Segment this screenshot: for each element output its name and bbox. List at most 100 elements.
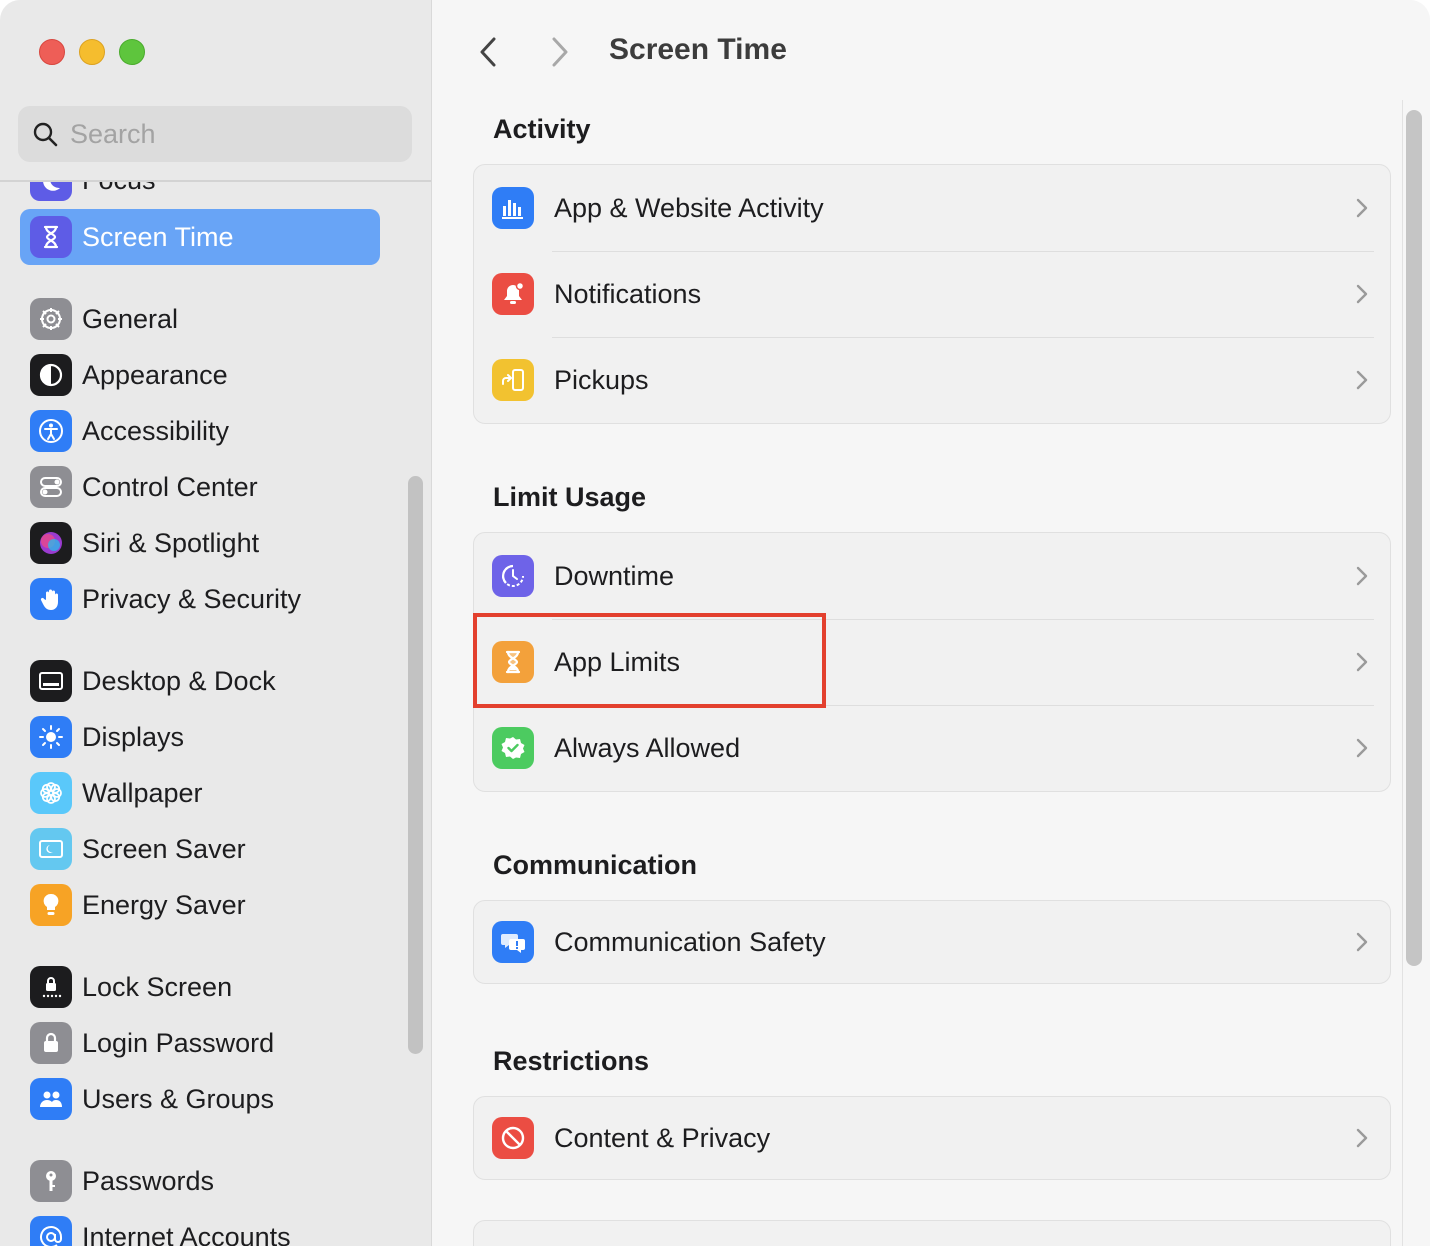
sidebar-item-label: Siri & Spotlight — [82, 527, 260, 558]
close-button[interactable] — [39, 39, 65, 65]
scroll-track — [1402, 100, 1403, 1246]
row-notifications[interactable]: Notifications — [474, 251, 1390, 337]
row-app-limits[interactable]: App Limits — [474, 619, 1390, 705]
accessibility-icon — [30, 410, 72, 452]
sidebar-item-desktop-dock[interactable]: Desktop & Dock — [20, 653, 380, 709]
bell-icon — [492, 273, 534, 315]
pickup-icon — [492, 359, 534, 401]
sidebar-item-wallpaper[interactable]: Wallpaper — [20, 765, 380, 821]
zoom-button[interactable] — [119, 39, 145, 65]
chevron-right-icon — [1350, 1126, 1374, 1150]
sidebar-item-general[interactable]: General — [20, 291, 380, 347]
group-restrictions: Content & Privacy — [473, 1096, 1391, 1180]
sidebar-item-users-groups[interactable]: Users & Groups — [20, 1071, 380, 1127]
main-scrollbar[interactable] — [1406, 110, 1422, 966]
main-pane: Screen Time Activity App & Website Activ… — [432, 0, 1430, 1246]
sidebar-item-label: Privacy & Security — [82, 583, 302, 614]
forward-button[interactable] — [542, 32, 578, 72]
chevron-right-icon — [1350, 564, 1374, 588]
hourglass-icon — [492, 641, 534, 683]
chevron-right-icon — [1350, 930, 1374, 954]
sidebar-list: Focus Screen Time General Appearance — [0, 182, 431, 1246]
sidebar-item-label: Screen Time — [82, 221, 234, 252]
search-input[interactable] — [70, 118, 400, 150]
group-more-settings — [473, 1220, 1391, 1246]
row-label: Pickups — [554, 364, 649, 395]
sidebar-item-label: Passwords — [82, 1165, 215, 1196]
dock-icon — [30, 660, 72, 702]
sidebar-item-energy-saver[interactable]: Energy Saver — [20, 877, 380, 933]
search-box[interactable] — [18, 106, 412, 162]
sidebar-item-label: Control Center — [82, 471, 258, 502]
lock-icon — [30, 1022, 72, 1064]
row-label: Downtime — [554, 560, 675, 591]
row-label: App Limits — [554, 646, 681, 677]
search-icon — [33, 122, 58, 147]
sidebar-item-screen-saver[interactable]: Screen Saver — [20, 821, 380, 877]
chevron-right-icon — [1350, 736, 1374, 760]
sidebar-item-accessibility[interactable]: Accessibility — [20, 403, 380, 459]
bar-chart-icon — [492, 187, 534, 229]
siri-icon — [30, 522, 72, 564]
sidebar-item-displays[interactable]: Displays — [20, 709, 380, 765]
chevron-right-icon — [1350, 368, 1374, 392]
sidebar-item-focus[interactable]: Focus — [20, 182, 380, 208]
sidebar: Focus Screen Time General Appearance — [0, 0, 432, 1246]
back-button[interactable] — [470, 32, 506, 72]
sidebar-item-lock-screen[interactable]: Lock Screen — [20, 959, 380, 1015]
chat-bubble-icon — [492, 921, 534, 963]
row-label: Content & Privacy — [554, 1122, 771, 1153]
appearance-icon — [30, 354, 72, 396]
at-icon — [30, 1216, 72, 1246]
sidebar-item-appearance[interactable]: Appearance — [20, 347, 380, 403]
sidebar-item-internet-accounts[interactable]: Internet Accounts — [20, 1209, 380, 1246]
screensaver-icon — [30, 828, 72, 870]
sidebar-item-label: Screen Saver — [82, 833, 246, 864]
chevron-right-icon — [1350, 650, 1374, 674]
sidebar-item-label: Desktop & Dock — [82, 665, 276, 696]
sidebar-item-label: Focus — [82, 182, 156, 196]
moon-icon — [30, 182, 72, 201]
sidebar-scrollbar[interactable] — [408, 476, 423, 1054]
row-communication-safety[interactable]: Communication Safety — [474, 901, 1390, 983]
sidebar-item-label: Login Password — [82, 1027, 275, 1058]
sidebar-item-privacy-security[interactable]: Privacy & Security — [20, 571, 380, 627]
sidebar-item-label: Wallpaper — [82, 777, 203, 808]
sidebar-item-screen-time[interactable]: Screen Time — [20, 209, 380, 265]
row-pickups[interactable]: Pickups — [474, 337, 1390, 423]
flower-icon — [30, 772, 72, 814]
hourglass-icon — [30, 216, 72, 258]
row-label: Notifications — [554, 278, 702, 309]
gear-icon — [30, 298, 72, 340]
toggles-icon — [30, 466, 72, 508]
row-always-allowed[interactable]: Always Allowed — [474, 705, 1390, 791]
sidebar-item-control-center[interactable]: Control Center — [20, 459, 380, 515]
sidebar-item-label: Internet Accounts — [82, 1221, 291, 1246]
bulb-icon — [30, 884, 72, 926]
sidebar-item-passwords[interactable]: Passwords — [20, 1153, 380, 1209]
row-downtime[interactable]: Downtime — [474, 533, 1390, 619]
group-communication: Communication Safety — [473, 900, 1391, 984]
row-content-privacy[interactable]: Content & Privacy — [474, 1097, 1390, 1179]
sidebar-item-label: Energy Saver — [82, 889, 246, 920]
minimize-button[interactable] — [79, 39, 105, 65]
sidebar-item-siri-spotlight[interactable]: Siri & Spotlight — [20, 515, 380, 571]
chevron-right-icon — [1350, 196, 1374, 220]
row-label: Communication Safety — [554, 926, 826, 957]
checkmark-badge-icon — [492, 727, 534, 769]
section-title-communication: Communication — [493, 850, 698, 880]
group-limit-usage: Downtime App Limits Always Allowed — [473, 532, 1391, 792]
row-label: Always Allowed — [554, 732, 741, 763]
chevron-right-icon — [1350, 282, 1374, 306]
sidebar-item-label: Accessibility — [82, 415, 230, 446]
sidebar-item-label: General — [82, 303, 179, 334]
row-app-website-activity[interactable]: App & Website Activity — [474, 165, 1390, 251]
sidebar-item-label: Displays — [82, 721, 185, 752]
settings-window: Focus Screen Time General Appearance — [0, 0, 1430, 1246]
sidebar-item-login-password[interactable]: Login Password — [20, 1015, 380, 1071]
section-title-restrictions: Restrictions — [493, 1046, 650, 1076]
sidebar-item-label: Appearance — [82, 359, 228, 390]
page-title: Screen Time — [609, 33, 787, 66]
lock-screen-icon — [30, 966, 72, 1008]
section-title-activity: Activity — [493, 114, 591, 144]
